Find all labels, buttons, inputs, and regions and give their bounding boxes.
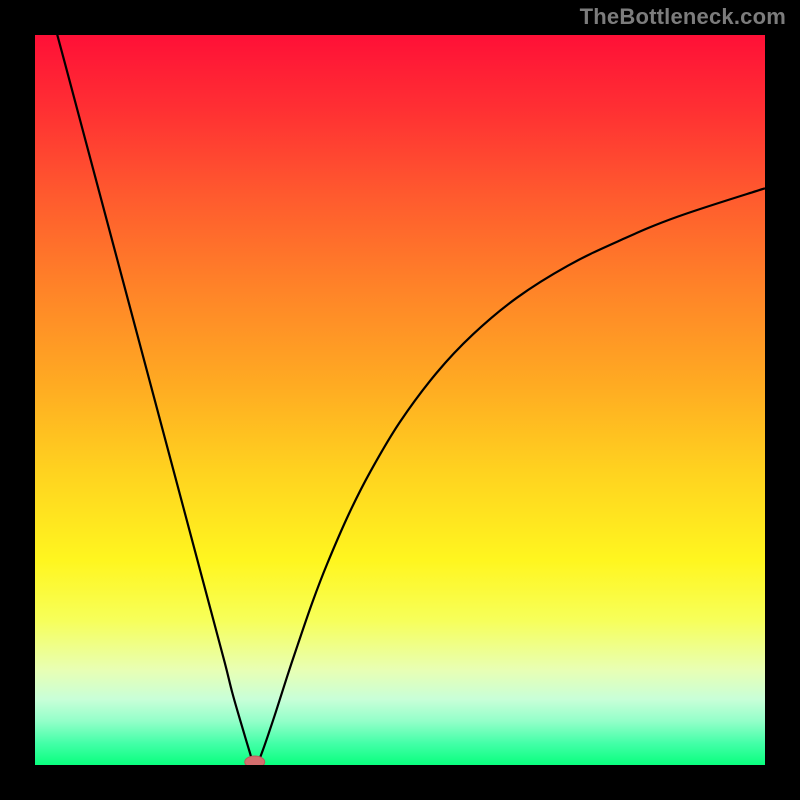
chart-frame: TheBottleneck.com bbox=[0, 0, 800, 800]
curve-svg bbox=[35, 35, 765, 765]
bottleneck-curve bbox=[35, 35, 765, 765]
plot-area bbox=[35, 35, 765, 765]
minimum-point-marker bbox=[245, 756, 265, 765]
watermark-text: TheBottleneck.com bbox=[580, 4, 786, 30]
